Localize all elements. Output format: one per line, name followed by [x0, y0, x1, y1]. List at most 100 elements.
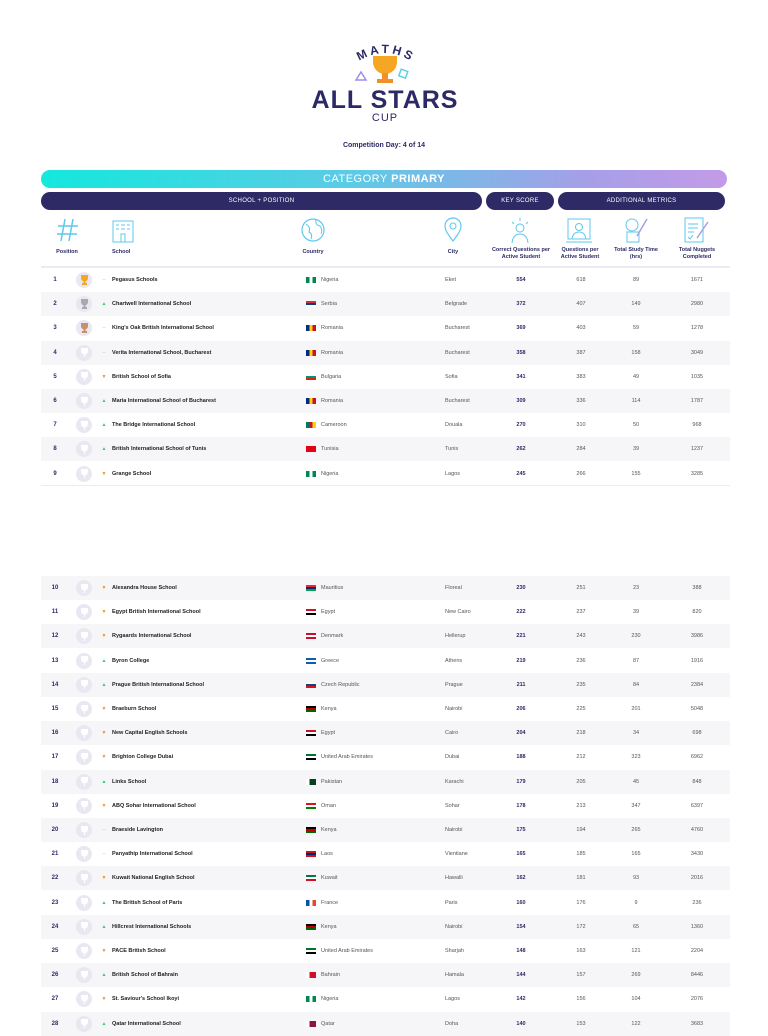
school-name: Alexandra House School: [112, 585, 177, 591]
questions-per-student: 218: [576, 730, 586, 737]
trend-down-icon: ▼: [101, 373, 107, 380]
school-name: Panyathip International School: [112, 851, 193, 858]
school-name: King's Oak British International School: [112, 325, 214, 332]
table-row: 3 – King's Oak British International Sch…: [41, 316, 730, 340]
key-score: 165: [516, 851, 526, 858]
flag-ro-icon: [306, 325, 316, 332]
trophy-icon: [76, 368, 92, 385]
trophy-icon: [76, 417, 92, 434]
position-number: 2: [53, 301, 57, 308]
position-number: 11: [51, 609, 59, 616]
city-name: Hamala: [445, 972, 464, 979]
key-score: 188: [516, 754, 526, 761]
nuggets-completed: 8446: [690, 972, 704, 979]
key-score: 554: [516, 277, 526, 283]
nuggets-completed: 1035: [690, 373, 704, 380]
table-row: 6 ▲ Maria International School of Buchar…: [41, 389, 730, 413]
table-row: 21 – Panyathip International School Laos…: [41, 842, 730, 866]
key-score: 221: [516, 633, 526, 640]
city-name: Eket: [445, 277, 457, 283]
flag-gr-icon: [306, 657, 316, 664]
study-time: 104: [631, 996, 641, 1003]
flag-ae-icon: [306, 948, 316, 954]
city-name: Dubai: [445, 754, 460, 761]
table-row: 13 ▲ Byron College Greece Athens 219 236…: [41, 649, 730, 673]
key-score: 211: [516, 681, 526, 688]
category-banner: CATEGORY PRIMARY: [41, 170, 727, 188]
country-name: Pakistan: [321, 778, 343, 785]
questions-per-student: 213: [576, 802, 586, 809]
country-name: Romania: [321, 349, 344, 356]
trend-same-icon: –: [102, 325, 106, 332]
hash-icon: [57, 218, 78, 242]
flag-ae-icon: [306, 754, 316, 761]
city-name: Nairobi: [445, 706, 463, 712]
trophy-icon: [76, 676, 92, 693]
school-building-icon: [112, 220, 134, 243]
city-name: Hawalli: [445, 875, 463, 882]
city-name: Lagos: [445, 996, 460, 1003]
city-name: Sofia: [445, 373, 458, 380]
key-score: 142: [516, 996, 526, 1003]
table-row: 26 ▲ British School of Bahrain Bahrain H…: [41, 963, 730, 988]
school-name: The British School of Paris: [112, 899, 183, 906]
trend-down-icon: ▼: [101, 948, 107, 954]
trend-down-icon: ▼: [101, 633, 107, 640]
study-time: 165: [631, 851, 641, 858]
nuggets-completed: 2016: [690, 875, 704, 882]
trophy-icon: [76, 894, 92, 911]
school-name: Kuwait National English School: [112, 875, 195, 882]
country-name: Oman: [321, 802, 336, 809]
nuggets-completed: 1787: [690, 398, 704, 404]
column-nuggets: Total Nuggets Completed: [678, 247, 716, 260]
school-name: Chartwell International School: [112, 301, 192, 308]
position-number: 18: [51, 778, 59, 785]
questions-per-student: 212: [576, 754, 586, 761]
country-name: United Arab Emirates: [321, 754, 373, 761]
nuggets-completed: 6397: [690, 802, 704, 809]
questions-per-student: 172: [576, 923, 586, 930]
nuggets-completed: 2076: [690, 996, 704, 1003]
nuggets-completed: 2980: [690, 301, 704, 308]
trend-same-icon: –: [102, 827, 106, 833]
questions-per-student: 235: [576, 681, 586, 688]
trophy-icon: [76, 846, 92, 863]
table-row: 16 ▼ New Capital English Schools Egypt C…: [41, 721, 730, 746]
table-row: 25 ▼ PACE British School United Arab Emi…: [41, 939, 730, 963]
table-row: 15 ▼ Braeburn School Kenya Nairobi 206 2…: [41, 697, 730, 721]
key-score: 222: [516, 609, 526, 616]
school-name: New Capital English Schools: [112, 730, 188, 737]
trophy-icon: [76, 701, 92, 717]
key-score: 160: [516, 899, 526, 906]
position-number: 6: [53, 398, 57, 404]
position-number: 7: [53, 422, 57, 429]
nuggets-completed: 1237: [690, 446, 704, 453]
trophy-icon: [76, 393, 92, 409]
city-name: Paris: [445, 899, 458, 906]
study-time: 93: [632, 875, 640, 882]
study-time: 201: [631, 706, 641, 712]
column-position: Position: [56, 249, 78, 255]
table-row: 18 ▲ Links School Pakistan Karachi 179 2…: [41, 769, 730, 794]
city-name: Douala: [445, 422, 463, 429]
flag-cz-icon: [306, 681, 316, 688]
study-time: 23: [632, 585, 640, 591]
country-name: Egypt: [321, 609, 336, 616]
questions-per-student: 157: [576, 972, 586, 979]
school-name: Braeburn School: [112, 706, 157, 712]
nuggets-completed: 848: [692, 778, 702, 785]
questions-per-student: 237: [576, 609, 586, 616]
country-name: Kuwait: [321, 875, 338, 882]
table-row: 8 ▲ British International School of Tuni…: [41, 437, 730, 462]
study-time: 50: [632, 422, 640, 429]
flag-pk-icon: [306, 778, 316, 785]
trend-up-icon: ▲: [101, 899, 107, 906]
study-time: 45: [632, 778, 640, 785]
table-row: 4 – Verita International School, Buchare…: [41, 340, 730, 365]
flag-fr-icon: [306, 899, 316, 906]
flag-tn-icon: [306, 446, 316, 453]
map-pin-icon: [444, 217, 462, 242]
key-score: 358: [516, 349, 526, 356]
trend-down-icon: ▼: [101, 730, 107, 737]
table-page-rule: [41, 485, 730, 486]
